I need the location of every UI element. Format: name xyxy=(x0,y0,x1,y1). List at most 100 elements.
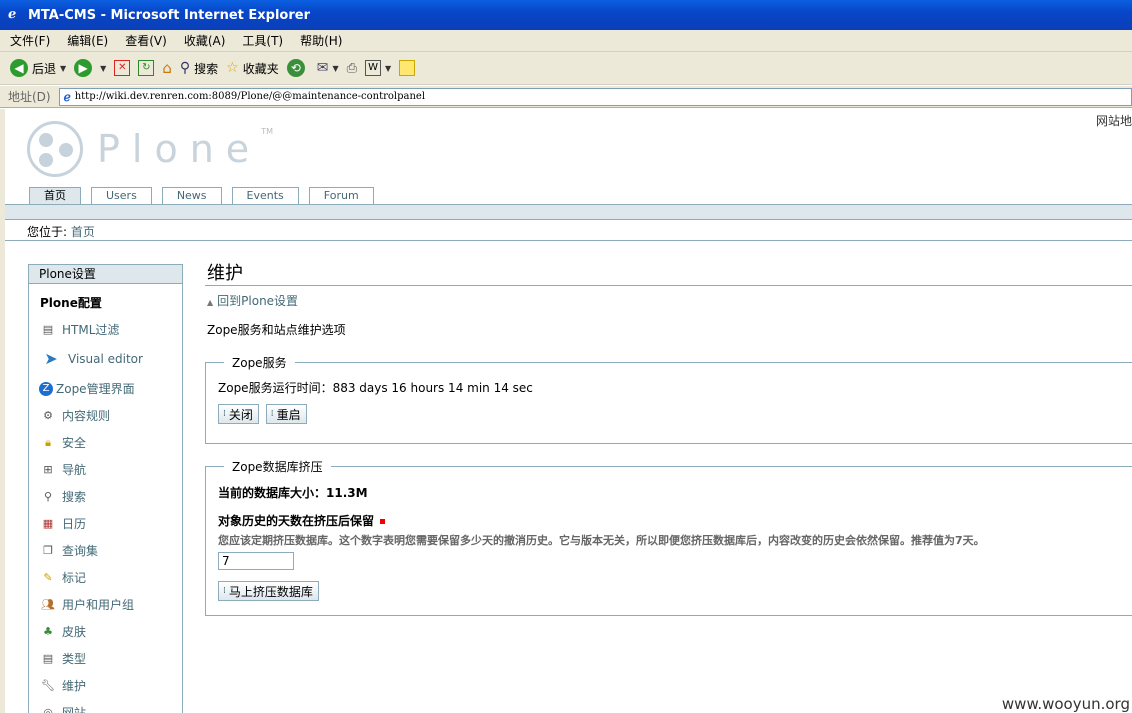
button-grip-icon: ⁞ xyxy=(223,409,226,419)
wrench-icon: 🔧︎ xyxy=(41,678,55,692)
logo-text: Plone xyxy=(97,127,262,171)
portlet-item-label: HTML过滤 xyxy=(62,323,120,337)
users-icon: 👥︎ xyxy=(41,597,55,611)
favorites-button[interactable]: ☆ 收藏夹 xyxy=(226,60,279,77)
shutdown-button[interactable]: ⁞ 关闭 xyxy=(218,404,259,424)
edit-button[interactable]: W ▼ xyxy=(365,60,391,76)
days-input[interactable]: 7 xyxy=(218,552,294,570)
mail-dropdown-icon[interactable]: ▼ xyxy=(332,64,338,73)
portlet-item-label: 日历 xyxy=(62,517,87,531)
stop-button[interactable]: ✕ xyxy=(114,60,131,76)
forward-button[interactable]: ▶ ▼ xyxy=(74,59,106,77)
portlet-item-users-groups[interactable]: 👥︎ 用户和用户组 xyxy=(29,591,182,618)
menu-tools[interactable]: 工具(T) xyxy=(242,32,283,49)
site-actions[interactable]: 网站地 xyxy=(1096,112,1132,129)
tab-forum[interactable]: Forum xyxy=(308,187,374,204)
portlet-item-label: 查询集 xyxy=(62,544,99,558)
up-link[interactable]: ▲ 回到Plone设置 xyxy=(205,292,1132,309)
home-button[interactable]: ⌂ xyxy=(162,59,172,77)
edit-icon: W xyxy=(365,60,382,76)
navigation-icon: ⊞ xyxy=(43,462,53,476)
menu-file[interactable]: 文件(F) xyxy=(10,32,50,49)
portlet-current-item: Plone配置 xyxy=(40,296,102,310)
lock-icon: 🔒︎ xyxy=(45,435,51,449)
zope-service-legend: Zope服务 xyxy=(232,356,287,370)
portlet-item-types[interactable]: ▤ 类型 xyxy=(29,645,182,672)
menu-view[interactable]: 查看(V) xyxy=(125,32,167,49)
portlet-item-zmi[interactable]: Z Zope管理界面 xyxy=(29,375,182,402)
mail-icon: ✉ xyxy=(316,60,329,76)
search-icon: ⚲ xyxy=(179,60,191,76)
breadcrumb-label: 您位于: xyxy=(27,225,68,239)
portlet-item-label: Zope管理界面 xyxy=(56,382,135,396)
portlet-item-collections[interactable]: ❐ 查询集 xyxy=(29,537,182,564)
button-grip-icon: ⁞ xyxy=(223,586,226,596)
print-button[interactable]: ⎙ xyxy=(347,61,357,76)
refresh-button[interactable]: ↻ xyxy=(138,60,155,76)
mail-button[interactable]: ✉ ▼ xyxy=(317,60,339,76)
portlet-item-label: 网站 xyxy=(62,706,87,713)
edit-dropdown-icon[interactable]: ▼ xyxy=(385,64,391,73)
breadcrumb-home-link[interactable]: 首页 xyxy=(71,225,95,239)
portlet-item-content-rules[interactable]: ⚙ 内容规则 xyxy=(29,402,182,429)
history-button[interactable]: ⟲ xyxy=(286,59,309,77)
days-field-help: 您应该定期挤压数据库。这个数字表明您需要保留多少天的撤消历史。它与版本无关，所以… xyxy=(218,534,985,547)
notes-button[interactable] xyxy=(399,60,416,76)
search-label: 搜索 xyxy=(194,61,219,76)
portlet-item-site[interactable]: ◎ 网站 xyxy=(29,699,182,713)
restart-button[interactable]: ⁞ 重启 xyxy=(265,404,307,424)
logo-word: PloneTM xyxy=(97,127,273,171)
tab-news[interactable]: News xyxy=(161,187,222,204)
home-icon: ⌂ xyxy=(162,59,172,77)
breadcrumb-divider xyxy=(5,240,1132,241)
nav-tab-strip xyxy=(5,204,1132,220)
tab-users[interactable]: Users xyxy=(91,187,152,204)
portlet-item-label: 用户和用户组 xyxy=(62,598,135,612)
portlet-header: Plone设置 xyxy=(29,265,182,284)
pack-button-label: 马上挤压数据库 xyxy=(228,584,313,599)
settings-portlet: Plone设置 Plone配置 ▤ HTML过滤 ➤ Visual editor Z… xyxy=(28,264,183,713)
logo-dot xyxy=(39,133,53,147)
portlet-item-label: 安全 xyxy=(62,436,87,450)
address-label: 地址(D) xyxy=(8,90,51,104)
portlet-item-maintenance[interactable]: 🔧︎ 维护 xyxy=(29,672,182,699)
zope-uptime: Zope服务运行时间：883 days 16 hours 14 min 14 s… xyxy=(218,381,533,395)
tab-events[interactable]: Events xyxy=(231,187,299,204)
up-arrow-icon: ▲ xyxy=(207,298,214,307)
watermark: www.wooyun.org xyxy=(1001,695,1130,713)
site-icon: ◎ xyxy=(43,705,53,713)
logo-dot xyxy=(59,143,73,157)
portlet-item-navigation[interactable]: ⊞ 导航 xyxy=(29,456,182,483)
forward-dropdown-icon[interactable]: ▼ xyxy=(100,64,106,73)
portlet-item-markup[interactable]: ✎ 标记 xyxy=(29,564,182,591)
logo-dot xyxy=(39,153,53,167)
portlet-item-label: 维护 xyxy=(62,679,87,693)
portlet-item-security[interactable]: 🔒︎ 安全 xyxy=(29,429,182,456)
menu-favorites[interactable]: 收藏(A) xyxy=(184,32,226,49)
back-dropdown-icon[interactable]: ▼ xyxy=(60,64,66,73)
collection-icon: ❐ xyxy=(43,543,53,557)
search-icon: ⚲ xyxy=(43,489,53,503)
portlet-item-skins[interactable]: ♣ 皮肤 xyxy=(29,618,182,645)
days-label-text: 对象历史的天数在挤压后保留 xyxy=(218,514,375,528)
address-input[interactable]: ℯ http://wiki.dev.renren.com:8089/Plone/… xyxy=(58,87,1132,106)
visual-editor-icon: ➤ xyxy=(44,349,58,368)
pack-database-button[interactable]: ⁞ 马上挤压数据库 xyxy=(218,581,319,601)
history-icon: ⟲ xyxy=(286,59,305,77)
portlet-item-search[interactable]: ⚲ 搜索 xyxy=(29,483,182,510)
menu-edit[interactable]: 编辑(E) xyxy=(67,32,108,49)
skins-icon: ♣ xyxy=(43,624,53,638)
search-button[interactable]: ⚲ 搜索 xyxy=(180,60,218,77)
portlet-item-label: 内容规则 xyxy=(62,409,111,423)
tab-home[interactable]: 首页 xyxy=(29,187,81,204)
database-size: 当前的数据库大小：11.3M xyxy=(218,486,368,500)
back-label: 后退 xyxy=(32,61,57,76)
favorites-label: 收藏夹 xyxy=(242,61,279,76)
portlet-item-label: 标记 xyxy=(62,571,87,585)
portlet-item-calendar[interactable]: ▦ 日历 xyxy=(29,510,182,537)
portlet-item-html-filter[interactable]: ▤ HTML过滤 xyxy=(29,316,182,343)
back-button[interactable]: ◀ 后退 ▼ xyxy=(10,59,66,77)
portlet-item-visual-editor[interactable]: ➤ Visual editor xyxy=(29,343,182,375)
plone-logo[interactable]: PloneTM xyxy=(27,121,273,177)
menu-help[interactable]: 帮助(H) xyxy=(300,32,342,49)
